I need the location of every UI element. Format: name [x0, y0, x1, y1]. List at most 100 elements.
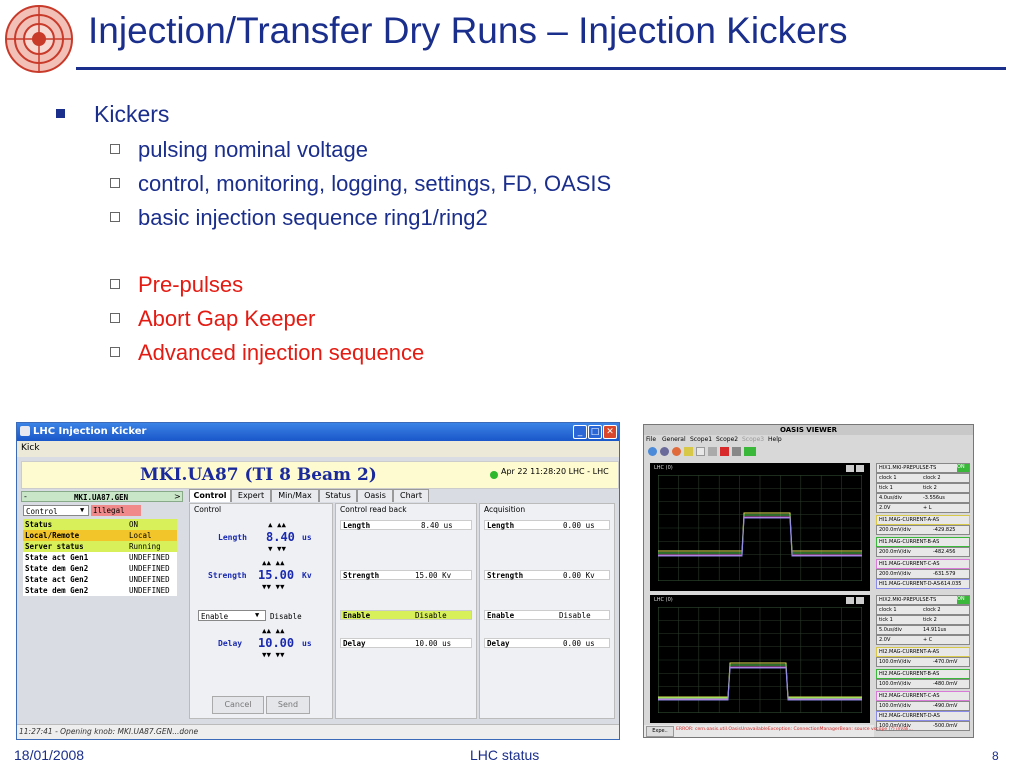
maximize-button[interactable]: □ [588, 425, 602, 439]
menu-scope1[interactable]: Scope1 [690, 436, 712, 443]
tab-oasis[interactable]: Oasis [357, 489, 393, 502]
window-title: OASIS VIEWER [780, 426, 838, 434]
timebase-row[interactable]: tick 1 tick 2 [876, 615, 970, 625]
tool-icon[interactable] [732, 447, 741, 456]
mode-select[interactable]: Control ▼ [23, 505, 89, 516]
channel-scale[interactable]: 100.0mV/div -470.0mV [876, 657, 970, 667]
timebase-row[interactable]: clock 1 clock 2 [876, 473, 970, 483]
readback-row: Enable Disable [340, 610, 472, 620]
zoom-icon[interactable] [846, 465, 854, 472]
timebase-row[interactable]: 4.0us/div -3.556us [876, 493, 970, 503]
error-bar: Expe.. ERROR: cern.oasis.util.OasisUnava… [644, 725, 913, 737]
strength-value[interactable]: 15.00 [258, 568, 294, 582]
folder-icon[interactable] [684, 447, 693, 456]
device-left-arrow-icon[interactable]: - [24, 492, 27, 501]
decrease-arrows-icon[interactable]: ▼ ▼▼ [268, 544, 286, 553]
chevron-down-icon: ▼ [255, 611, 260, 619]
status-panel: - MKI.UA87.GEN > Control ▼ Illegal Statu… [21, 491, 184, 723]
tool-icon[interactable] [672, 447, 681, 456]
scope-traces [658, 475, 862, 581]
print-icon[interactable] [708, 447, 717, 456]
scope-display[interactable]: LHC (0) [650, 595, 870, 723]
footer-title: LHC status [470, 747, 540, 763]
channel-scale[interactable]: 200.0mV/div -429.825 [876, 525, 970, 535]
tab-chart[interactable]: Chart [393, 489, 429, 502]
settings-icon[interactable] [856, 597, 864, 604]
menu-general[interactable]: General [662, 436, 686, 443]
minimize-button[interactable]: _ [573, 425, 587, 439]
tab-expert[interactable]: Expert [231, 489, 271, 502]
sub-bullet-box-icon [110, 279, 120, 289]
acquisition-row: Delay 0.00 us [484, 638, 610, 648]
device-name: MKI.UA87.GEN [74, 493, 129, 502]
timebase-row[interactable]: tick 1 tick 2 [876, 483, 970, 493]
mode-state: Illegal [91, 505, 141, 516]
increase-arrows-icon[interactable]: ▲▲ ▲▲ [262, 626, 285, 635]
menu-kick[interactable]: Kick [21, 443, 40, 453]
decrease-arrows-icon[interactable]: ▼▼ ▼▼ [262, 650, 285, 659]
sub-bullet-red: Abort Gap Keeper [110, 306, 315, 332]
footer-date: 18/01/2008 [14, 747, 85, 763]
enable-select[interactable]: Enable ▼ [198, 610, 266, 621]
channel-name[interactable]: HI1.MAG-CURRENT-A-AS [876, 515, 970, 525]
chart-icon[interactable] [744, 447, 756, 456]
device-right-arrow-icon[interactable]: > [174, 492, 181, 501]
window-titlebar[interactable]: LHC Injection Kicker _ □ ✕ [17, 423, 619, 441]
header-timestamp: Apr 22 11:28:20 LHC - LHC [501, 467, 609, 476]
device-selector[interactable]: - MKI.UA87.GEN > [21, 491, 183, 502]
channel-name[interactable]: HI1.MAG-CURRENT-B-AS [876, 537, 970, 547]
timebase-row[interactable]: clock 1 clock 2 [876, 605, 970, 615]
increase-arrows-icon[interactable]: ▲ ▲▲ [268, 520, 286, 529]
window-titlebar[interactable]: OASIS VIEWER [644, 425, 973, 435]
trigger-row[interactable]: HIX2.MKI-PREPULSE-TS ON [876, 595, 970, 605]
globe-icon[interactable] [648, 447, 657, 456]
readback-row: Strength 15.00 Kv [340, 570, 472, 580]
channel-scale[interactable]: 200.0mV/div -482.456 [876, 547, 970, 557]
oasis-viewer-window: OASIS VIEWER File General Scope1 Scope2 … [643, 424, 974, 738]
channel-name[interactable]: HI1.MAG-CURRENT-C-AS [876, 559, 970, 569]
sub-bullet-box-icon [110, 144, 120, 154]
acquisition-panel: Acquisition Length 0.00 us Strength 0.00 K… [479, 503, 615, 719]
channel-name[interactable]: HI2.MAG-CURRENT-A-AS [876, 647, 970, 657]
status-bar: 11:27:41 - Opening knob: MKI.UA87.GEN...… [17, 724, 619, 739]
bullet-kickers: Kickers [56, 101, 169, 128]
timebase-row[interactable]: 2.0V + C [876, 635, 970, 645]
stop-icon[interactable] [720, 447, 729, 456]
length-value[interactable]: 8.40 [266, 530, 295, 544]
channel-name[interactable]: HI2.MAG-CURRENT-D-AS [876, 711, 970, 721]
status-row: State act Gen1 UNDEFINED [23, 552, 177, 563]
tool-icon[interactable] [660, 447, 669, 456]
expert-button[interactable]: Expe.. [646, 726, 674, 737]
channel-scale[interactable]: 100.0mV/div -490.0mV [876, 701, 970, 711]
zoom-icon[interactable] [846, 597, 854, 604]
status-message: 11:27:41 - Opening knob: MKI.UA87.GEN...… [19, 727, 199, 736]
slide-title: Injection/Transfer Dry Runs – Injection … [88, 10, 848, 51]
sub-bullet: pulsing nominal voltage [110, 137, 368, 163]
document-icon[interactable] [696, 447, 705, 456]
decrease-arrows-icon[interactable]: ▼▼ ▼▼ [262, 582, 285, 591]
trigger-row[interactable]: HIX1.MKI-PREPULSE-TS ON [876, 463, 970, 473]
tab-control[interactable]: Control [189, 489, 231, 502]
close-button[interactable]: ✕ [603, 425, 617, 439]
channel-name[interactable]: HI2.MAG-CURRENT-C-AS [876, 691, 970, 701]
menu-scope2[interactable]: Scope2 [716, 436, 738, 443]
tab-minmax[interactable]: Min/Max [271, 489, 319, 502]
timebase-row[interactable]: 5.0us/div 14.911us [876, 625, 970, 635]
menu-scope3[interactable]: Scope3 [742, 436, 764, 443]
window-title: LHC Injection Kicker [33, 426, 147, 437]
increase-arrows-icon[interactable]: ▲▲ ▲▲ [262, 558, 285, 567]
menu-help[interactable]: Help [768, 436, 782, 443]
channel-name[interactable]: HI2.MAG-CURRENT-B-AS [876, 669, 970, 679]
tab-status[interactable]: Status [319, 489, 357, 502]
send-button[interactable]: Send [266, 696, 310, 714]
cancel-button[interactable]: Cancel [212, 696, 264, 714]
scope-display[interactable]: LHC (0) [650, 463, 870, 591]
channel-scale[interactable]: 200.0mV/div -631.579 [876, 569, 970, 579]
settings-icon[interactable] [856, 465, 864, 472]
channel-name[interactable]: HI1.MAG-CURRENT-D-AS -614.035 [876, 579, 970, 589]
panel-title: Control [194, 505, 222, 514]
delay-value[interactable]: 10.00 [258, 636, 294, 650]
menu-file[interactable]: File [646, 436, 656, 443]
channel-scale[interactable]: 100.0mV/div -480.0mV [876, 679, 970, 689]
timebase-row[interactable]: 2.0V + L [876, 503, 970, 513]
